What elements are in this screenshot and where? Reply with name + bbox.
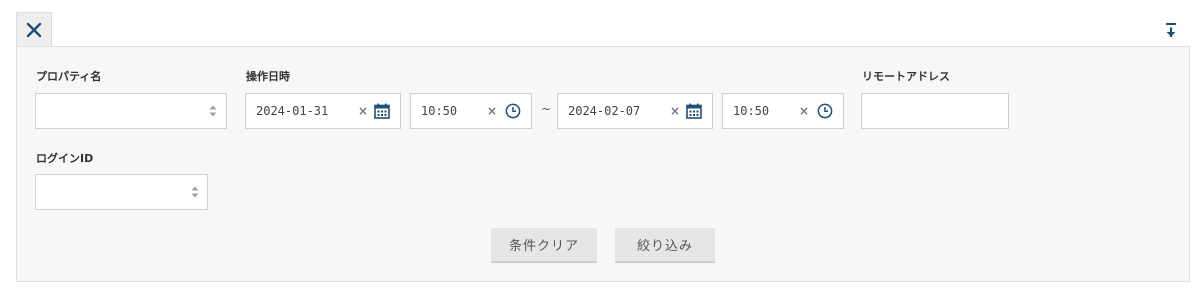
range-separator: ~: [541, 102, 552, 116]
property-name-label: プロパティ名: [36, 70, 102, 83]
login-id-select[interactable]: [35, 174, 208, 210]
clear-conditions-button[interactable]: 条件クリア: [491, 228, 597, 263]
collapse-to-top-icon: [1166, 23, 1176, 37]
clear-to-time-button[interactable]: ×: [799, 94, 809, 128]
from-time-value: 10:50: [421, 104, 458, 118]
from-time-input[interactable]: 10:50 ×: [410, 93, 532, 129]
operation-datetime-label: 操作日時: [246, 70, 290, 83]
collapse-panel-button[interactable]: [1163, 21, 1179, 39]
property-name-select[interactable]: [35, 93, 227, 129]
remote-address-label: リモートアドレス: [862, 70, 950, 83]
close-icon: [26, 22, 42, 37]
clear-from-date-button[interactable]: ×: [358, 94, 368, 128]
to-time-value: 10:50: [733, 104, 770, 118]
clear-to-date-button[interactable]: ×: [670, 94, 680, 128]
remote-address-input[interactable]: [861, 93, 1009, 129]
from-date-input[interactable]: 2024-01-31 ×: [245, 93, 401, 129]
clock-icon[interactable]: [505, 103, 521, 119]
from-date-value: 2024-01-31: [256, 104, 329, 118]
sort-arrows-icon: [191, 186, 199, 198]
clock-icon[interactable]: [817, 103, 833, 119]
close-panel-button[interactable]: [16, 12, 52, 46]
sort-arrows-icon: [209, 105, 217, 117]
to-date-value: 2024-02-07: [568, 104, 641, 118]
calendar-icon[interactable]: [686, 103, 702, 119]
filter-panel: プロパティ名 操作日時 2024-01-31 × 10:50 × ~ 2024-…: [16, 46, 1190, 282]
calendar-icon[interactable]: [374, 103, 390, 119]
to-date-input[interactable]: 2024-02-07 ×: [557, 93, 713, 129]
clear-from-time-button[interactable]: ×: [487, 94, 497, 128]
filter-button[interactable]: 絞り込み: [615, 228, 715, 263]
login-id-label: ログインID: [36, 152, 94, 165]
to-time-input[interactable]: 10:50 ×: [722, 93, 844, 129]
